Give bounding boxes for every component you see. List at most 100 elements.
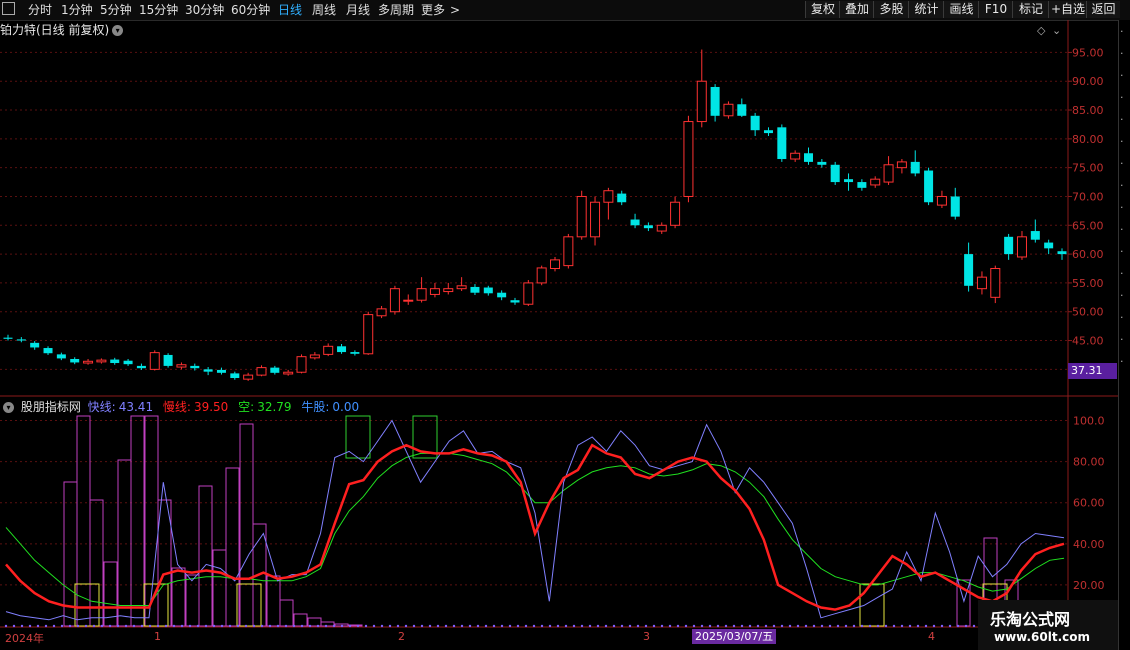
sidebar-tab[interactable]: · [1120, 179, 1124, 192]
candle-body [256, 367, 267, 376]
indicator-bar [157, 499, 172, 627]
indicator-bar [279, 599, 294, 627]
bull-dot [892, 624, 896, 628]
bull-dot [324, 624, 328, 628]
bull-dot [788, 624, 792, 628]
candle-body [203, 369, 213, 372]
candle-body [123, 360, 133, 365]
bull-dot [300, 624, 304, 628]
bull-dot [156, 624, 160, 628]
empty-label: 空: [238, 400, 255, 414]
bull-dot [940, 624, 944, 628]
bull-dot [596, 624, 600, 628]
bull-dot [188, 624, 192, 628]
bull-dot [436, 624, 440, 628]
sidebar-tab[interactable]: · [1120, 157, 1124, 170]
bull-dot [620, 624, 624, 628]
sidebar-tab[interactable]: · [1120, 267, 1124, 280]
candle-body [110, 359, 120, 364]
diamond-icon: ◇ [1037, 24, 1046, 37]
candle-body [656, 224, 667, 232]
x-axis-label: 2 [398, 630, 405, 643]
indicator-name: 股朋指标网 [20, 400, 81, 414]
candle-body [163, 354, 173, 366]
bull-dot [660, 624, 664, 628]
candle-body [976, 276, 987, 290]
bull-dot [468, 624, 472, 628]
bull-dot [740, 624, 744, 628]
bull-dot [84, 624, 88, 628]
fast-label: 快线: [87, 400, 116, 414]
bull-dot [452, 624, 456, 628]
sidebar-tab[interactable]: · [1120, 69, 1124, 82]
candle-body [323, 345, 334, 355]
candle-body [830, 164, 840, 183]
candle-body [216, 369, 226, 373]
bull-dot [820, 624, 824, 628]
bull-dot [108, 624, 112, 628]
sidebar-tab[interactable]: · [1120, 47, 1124, 60]
bull-dot [884, 624, 888, 628]
indicator-bar [185, 574, 200, 627]
bull-dot [404, 624, 408, 628]
candle-body [296, 356, 307, 373]
sidebar-tab[interactable]: · [1120, 91, 1124, 104]
candle-body [497, 292, 507, 298]
candle-body [270, 367, 280, 373]
bull-dot [180, 624, 184, 628]
indicator-bar [130, 415, 145, 627]
sidebar-tab[interactable]: · [1120, 333, 1124, 346]
bull-dot [564, 624, 568, 628]
candle-body [176, 364, 187, 368]
bull-dot [428, 624, 432, 628]
bull-dot [204, 624, 208, 628]
bull-dot [412, 624, 416, 628]
candle-body [817, 161, 827, 165]
sidebar-tab[interactable]: · [1120, 223, 1124, 236]
yellow-signal-box [236, 583, 262, 627]
candle-body [870, 178, 881, 186]
price-tick-label: 45.00 [1072, 335, 1104, 348]
candle-body [510, 300, 520, 303]
candle-body [804, 153, 814, 162]
candle-body [523, 282, 534, 305]
indicator-tick-label: 80.00 [1073, 456, 1105, 469]
candle-body [1044, 242, 1054, 249]
candle-body [149, 352, 160, 370]
candle-body [590, 201, 601, 238]
candle-body [443, 288, 454, 293]
right-sidebar[interactable]: · · · · · · · · · · · · · · · · [1118, 20, 1130, 650]
bull-dot [316, 624, 320, 628]
sidebar-tab[interactable]: · [1120, 135, 1124, 148]
candle-body [737, 104, 747, 116]
bull-dot [76, 624, 80, 628]
candle-body [230, 373, 240, 378]
kline-chart[interactable]: 95.00 90.00 85.00 80.00 75.00 70.00 65.00 60.00… [0, 0, 1130, 650]
price-tick-label: 50.00 [1072, 306, 1104, 319]
sidebar-tab[interactable]: · [1120, 311, 1124, 324]
sidebar-tab[interactable]: · [1120, 201, 1124, 214]
bull-dot [804, 624, 808, 628]
indicator-bar [239, 423, 254, 627]
bull-dot [332, 624, 336, 628]
indicator-tick-label: 20.00 [1073, 579, 1105, 592]
sidebar-tab[interactable]: · [1120, 245, 1124, 258]
indicator-bar [212, 549, 227, 627]
chevron-down-icon[interactable]: ▾ [3, 402, 14, 413]
bull-dot [540, 624, 544, 628]
price-tick-label: 60.00 [1072, 248, 1104, 261]
sidebar-tab[interactable]: · [1120, 25, 1124, 38]
candle-body [1004, 236, 1014, 255]
sidebar-tab[interactable]: · [1120, 113, 1124, 126]
bull-dot [708, 624, 712, 628]
bull-dot [44, 624, 48, 628]
price-tick-label: 70.00 [1072, 190, 1104, 203]
candle-body [643, 225, 653, 229]
candle-body [376, 308, 387, 317]
candle-body [96, 359, 107, 363]
bull-dot [284, 624, 288, 628]
sidebar-tab[interactable]: · [1120, 355, 1124, 368]
bull-dot [308, 624, 312, 628]
bull-dot [780, 624, 784, 628]
sidebar-tab[interactable]: · [1120, 289, 1124, 302]
